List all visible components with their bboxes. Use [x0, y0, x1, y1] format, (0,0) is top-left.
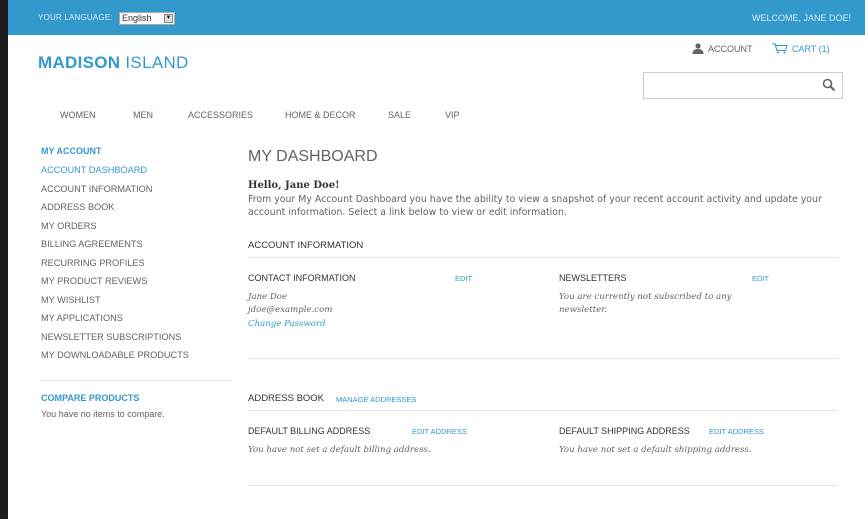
compare-products-text: You have no items to compare. — [41, 409, 165, 419]
nav-item-sale[interactable]: SALE — [388, 110, 445, 120]
dashboard-intro: From your My Account Dashboard you have … — [248, 194, 822, 218]
account-label: ACCOUNT — [708, 43, 753, 54]
cart-icon — [772, 43, 788, 54]
contact-name: Jane Doe — [248, 292, 288, 302]
sidebar-item-account-dashboard[interactable]: ACCOUNT DASHBOARD — [41, 161, 231, 180]
account-sidebar: MY ACCOUNT ACCOUNT DASHBOARD ACCOUNT INF… — [41, 146, 231, 365]
sidebar-item-address-book[interactable]: ADDRESS BOOK — [41, 198, 231, 217]
site-logo[interactable]: MADISON ISLAND — [38, 53, 189, 73]
nav-item-accessories[interactable]: ACCESSORIES — [188, 110, 285, 120]
newsletter-status: You are currently not subscribed to any … — [559, 292, 732, 315]
account-link[interactable]: ACCOUNT — [692, 43, 753, 54]
sidebar-item-downloadable-products[interactable]: MY DOWNLOADABLE PRODUCTS — [41, 346, 231, 365]
account-information-title: ACCOUNT INFORMATION — [248, 240, 364, 251]
main-navigation: WOMEN MEN ACCESSORIES HOME & DECOR SALE … — [60, 110, 475, 120]
sidebar-divider — [41, 380, 231, 381]
edit-contact-link[interactable]: EDIT — [455, 274, 472, 283]
sidebar-title: MY ACCOUNT — [41, 146, 102, 156]
search-input[interactable] — [643, 72, 843, 99]
top-bar: YOUR LANGUAGE: English ▼ WELCOME, JANE D… — [8, 0, 865, 35]
billing-address-text: You have not set a default billing addre… — [248, 445, 431, 455]
address-book-title: ADDRESS BOOK — [248, 393, 325, 404]
edit-shipping-address-link[interactable]: EDIT ADDRESS — [709, 427, 764, 436]
nav-item-home-decor[interactable]: HOME & DECOR — [285, 110, 388, 120]
sidebar-item-applications[interactable]: MY APPLICATIONS — [41, 309, 231, 328]
sidebar-item-wishlist[interactable]: MY WISHLIST — [41, 291, 231, 310]
section-divider — [248, 485, 838, 486]
section-divider — [248, 410, 838, 411]
welcome-message: WELCOME, JANE DOE! — [751, 13, 851, 23]
sidebar-item-newsletter-subscriptions[interactable]: NEWSLETTER SUBSCRIPTIONS — [41, 328, 231, 347]
greeting: Hello, Jane Doe! — [248, 180, 340, 191]
manage-addresses-link[interactable]: MANAGE ADDRESSES — [336, 395, 416, 404]
sidebar-item-account-information[interactable]: ACCOUNT INFORMATION — [41, 180, 231, 199]
contact-email: jdoe@example.com — [248, 305, 333, 315]
sidebar-item-recurring-profiles[interactable]: RECURRING PROFILES — [41, 254, 231, 273]
default-shipping-title: DEFAULT SHIPPING ADDRESS — [559, 426, 690, 436]
nav-item-men[interactable]: MEN — [133, 110, 188, 120]
sidebar-item-billing-agreements[interactable]: BILLING AGREEMENTS — [41, 235, 231, 254]
edit-billing-address-link[interactable]: EDIT ADDRESS — [412, 427, 467, 436]
chevron-down-icon: ▼ — [164, 14, 173, 23]
cart-link[interactable]: CART (1) — [772, 43, 830, 54]
logo-bold: MADISON — [38, 53, 121, 72]
default-billing-title: DEFAULT BILLING ADDRESS — [248, 426, 371, 436]
contact-information-title: CONTACT INFORMATION — [248, 273, 356, 283]
sidebar-item-product-reviews[interactable]: MY PRODUCT REVIEWS — [41, 272, 231, 291]
compare-products-title: COMPARE PRODUCTS — [41, 393, 140, 403]
user-icon — [692, 43, 704, 54]
language-value: English — [122, 13, 152, 23]
cart-label: CART (1) — [792, 43, 830, 54]
shipping-address-text: You have not set a default shipping addr… — [559, 445, 752, 455]
change-password-link[interactable]: Change Password — [248, 318, 326, 331]
newsletters-title: NEWSLETTERS — [559, 273, 627, 283]
nav-item-vip[interactable]: VIP — [445, 110, 475, 120]
edit-newsletters-link[interactable]: EDIT — [752, 274, 769, 283]
page-title: MY DASHBOARD — [248, 148, 378, 165]
language-label: YOUR LANGUAGE: — [38, 13, 113, 22]
nav-item-women[interactable]: WOMEN — [60, 110, 133, 120]
logo-light: ISLAND — [120, 53, 189, 72]
search-icon[interactable] — [822, 78, 836, 92]
section-divider — [248, 358, 838, 359]
sidebar-item-my-orders[interactable]: MY ORDERS — [41, 217, 231, 236]
section-divider — [248, 257, 838, 258]
language-select[interactable]: English ▼ — [119, 12, 175, 25]
